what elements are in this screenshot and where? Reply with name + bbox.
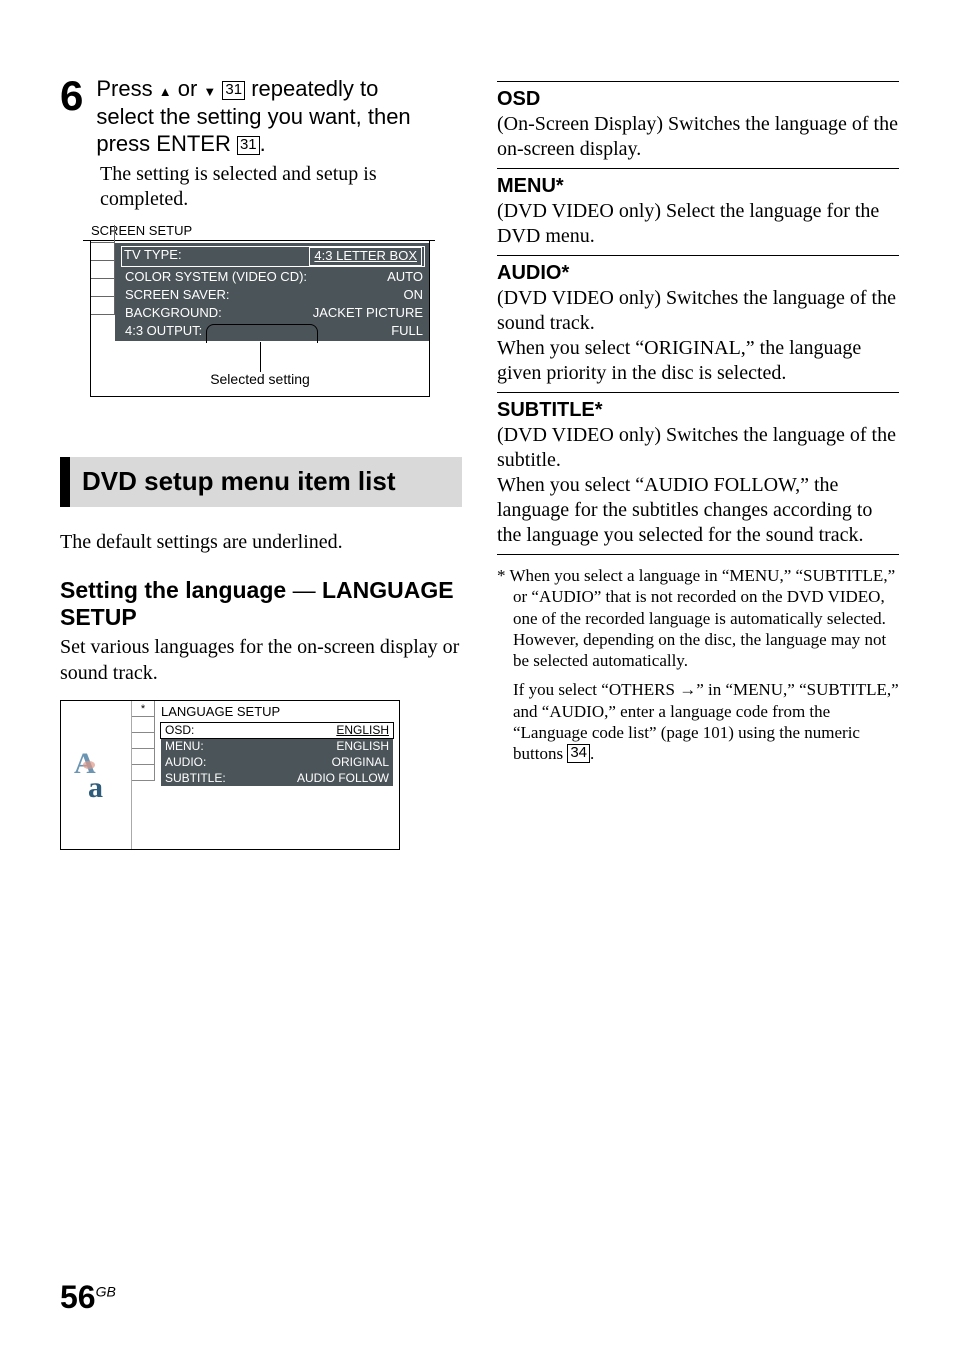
panel2-row-selected: OSD:ENGLISH: [160, 722, 394, 740]
ref-31: 31: [237, 136, 260, 155]
panel2-row: MENU:ENGLISH: [161, 739, 393, 755]
desc-subtitle: (DVD VIDEO only) Switches the language o…: [497, 423, 899, 548]
step-instruction: Press or 31 repeatedly to select the set…: [96, 75, 436, 158]
term-menu: MENU*: [497, 173, 899, 199]
term-audio: AUDIO*: [497, 260, 899, 286]
step-body: The setting is selected and setup is com…: [100, 162, 462, 212]
term-osd: OSD: [497, 86, 899, 112]
subheading-language-setup: Setting the language — LANGUAGE SETUP: [60, 577, 462, 632]
panel-row-selected: TV TYPE:4:3 LETTER BOX: [121, 246, 425, 267]
term-subtitle: SUBTITLE*: [497, 397, 899, 423]
footnote-1: * When you select a language in “MENU,” …: [497, 565, 899, 671]
panel-row: SCREEN SAVER:ON: [123, 287, 423, 305]
right-arrow-icon: [679, 680, 696, 699]
desc-menu: (DVD VIDEO only) Select the language for…: [497, 199, 899, 249]
step-number: 6: [60, 75, 83, 117]
desc-osd: (On-Screen Display) Switches the languag…: [497, 112, 899, 162]
language-setup-panel: A a * LANGUAGE SETUP OSD:ENGLISH MENU:EN…: [60, 700, 400, 850]
step-6: 6 Press or 31 repeatedly to select the s…: [60, 75, 462, 212]
ref-34: 34: [567, 744, 590, 763]
screen-setup-panel: SCREEN SETUP TV TYPE:4:3 LETTER BOX COLO…: [90, 224, 430, 397]
panel-caption: Selected setting: [91, 370, 429, 388]
panel-title: SCREEN SETUP: [83, 222, 435, 242]
panel2-row: SUBTITLE:AUDIO FOLLOW: [161, 771, 393, 787]
panel2-title: LANGUAGE SETUP: [161, 704, 393, 722]
panel-row: COLOR SYSTEM (VIDEO CD):AUTO: [123, 269, 423, 287]
ref-31: 31: [222, 81, 245, 100]
desc-audio: (DVD VIDEO only) Switches the language o…: [497, 286, 899, 386]
language-icon: A a: [61, 701, 131, 849]
section-heading: DVD setup menu item list: [60, 457, 462, 507]
section-intro: The default settings are underlined.: [60, 529, 462, 555]
panel-row: BACKGROUND:JACKET PICTURE: [123, 305, 423, 323]
panel2-row: AUDIO:ORIGINAL: [161, 755, 393, 771]
subheading-body: Set various languages for the on-screen …: [60, 634, 462, 686]
svg-text:a: a: [88, 771, 103, 804]
up-arrow-icon: [159, 76, 172, 101]
footnote-2: If you select “OTHERS ” in “MENU,” “SUBT…: [497, 679, 899, 764]
down-arrow-icon: [203, 76, 216, 101]
page-number: 56GB: [60, 1277, 116, 1319]
